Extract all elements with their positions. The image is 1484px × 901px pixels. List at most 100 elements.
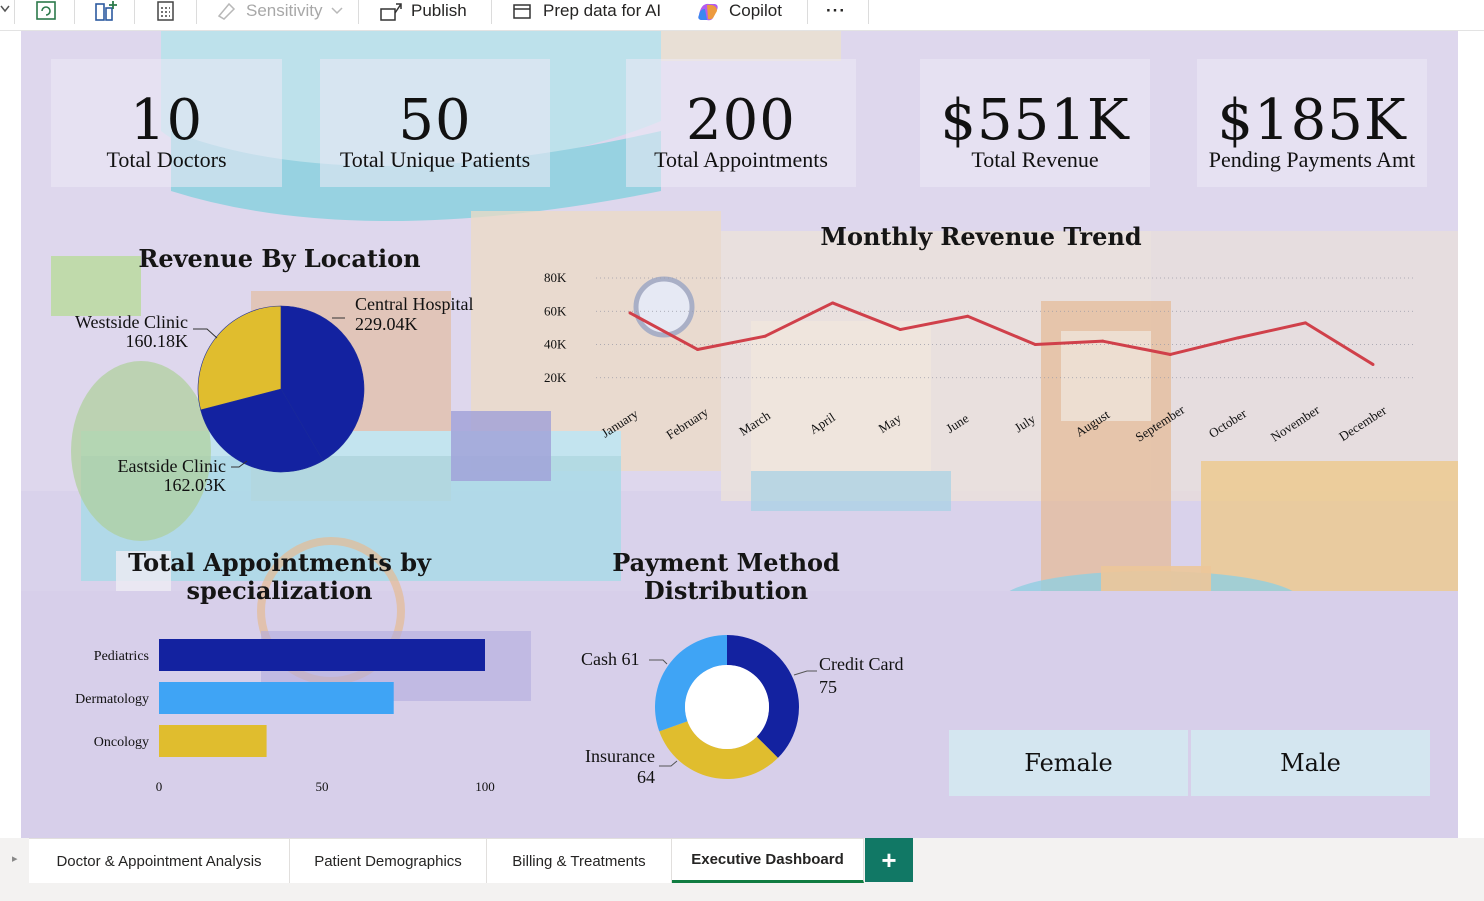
kpi-card-pending-payments: $185K Pending Payments Amt: [1197, 59, 1427, 187]
more-options-button[interactable]: ···: [826, 0, 846, 22]
copilot-button[interactable]: Copilot: [695, 0, 782, 22]
y-tick-label: 60K: [544, 303, 567, 318]
monthly-revenue-trend-title: Monthly Revenue Trend: [820, 222, 1142, 251]
x-tick-label-july: July: [1012, 411, 1039, 436]
x-tick-label: 100: [475, 779, 495, 794]
data-point-september: [1168, 352, 1172, 356]
toolbar-divider: [868, 0, 869, 24]
ribbon-toolbar: Sensitivity Publish Prep data for AI Cop…: [0, 0, 1484, 31]
toolbar-divider: [807, 0, 808, 24]
kpi-value: 50: [398, 88, 472, 153]
revenue-by-location-pie[interactable]: [181, 291, 381, 481]
chevron-down-icon[interactable]: [0, 0, 10, 22]
x-tick-label-august: August: [1073, 406, 1113, 439]
report-canvas: 10 Total Doctors 50 Total Unique Patient…: [21, 31, 1458, 838]
tab-doctor-appointment-analysis[interactable]: Doctor & Appointment Analysis: [29, 838, 290, 883]
sensitivity-icon: [217, 2, 236, 20]
publish-label: Publish: [411, 1, 467, 20]
pie-label-eastside-clinic-value: 162.03K: [163, 475, 227, 495]
copilot-icon: [698, 3, 718, 21]
x-tick-label-october: October: [1206, 405, 1250, 441]
sensitivity-button[interactable]: Sensitivity: [216, 0, 343, 22]
gender-slicer-female[interactable]: Female: [949, 730, 1188, 796]
donut-label-credit-card-name: Credit Card: [819, 654, 904, 674]
donut-label-credit-card-value: 75: [819, 677, 837, 697]
data-point-december: [1371, 362, 1375, 366]
category-label-dermatology: Dermatology: [75, 692, 149, 707]
prep-data-label: Prep data for AI: [543, 1, 662, 20]
kpi-card-total-revenue: $551K Total Revenue: [920, 59, 1150, 187]
toolbar-divider: [74, 0, 75, 24]
bar-dermatology: [159, 682, 394, 714]
toolbar-divider: [14, 0, 15, 24]
kpi-card-total-appointments: 200 Total Appointments: [626, 59, 856, 187]
data-point-february: [696, 347, 700, 351]
tab-executive-dashboard[interactable]: Executive Dashboard: [672, 838, 864, 883]
add-page-button[interactable]: +: [865, 838, 913, 882]
bar-oncology: [159, 725, 267, 757]
x-tick-label: 0: [156, 779, 163, 794]
kpi-card-total-unique-patients: 50 Total Unique Patients: [320, 59, 550, 187]
tab-billing-treatments[interactable]: Billing & Treatments: [487, 838, 672, 883]
kpi-value: $185K: [1217, 88, 1407, 153]
pie-label-central-hospital-name: Central Hospital: [355, 294, 474, 314]
y-tick-label: 20K: [544, 370, 567, 385]
x-tick-label-april: April: [807, 409, 839, 437]
y-tick-label: 40K: [544, 337, 567, 352]
prep-data-button[interactable]: Prep data for AI: [511, 0, 661, 22]
x-tick-label: 50: [316, 779, 329, 794]
page-tab-bar: ▸ Doctor & Appointment Analysis Patient …: [0, 838, 1484, 901]
data-point-may: [898, 328, 902, 332]
kpi-label: Total Unique Patients: [339, 147, 531, 172]
new-visual-icon[interactable]: [94, 0, 118, 22]
series-line-revenue: [629, 301, 1374, 366]
data-point-june: [966, 314, 970, 318]
calculator-icon[interactable]: [155, 0, 177, 22]
pie-label-central-hospital-value: 229.04K: [355, 314, 418, 334]
tab-patient-demographics[interactable]: Patient Demographics: [290, 838, 487, 883]
scroll-left-icon[interactable]: ▸: [12, 852, 18, 865]
donut-label-cash-value: 61: [621, 649, 640, 669]
x-tick-label-december: December: [1336, 402, 1390, 444]
pie-label-eastside-clinic-name: Eastside Clinic: [117, 456, 226, 476]
kpi-label: Pending Payments Amt: [1208, 147, 1416, 172]
y-tick-label: 80K: [544, 270, 567, 285]
x-tick-label-february: February: [663, 404, 711, 442]
copilot-label: Copilot: [729, 1, 782, 20]
x-tick-label-january: January: [599, 406, 641, 441]
kpi-value: 200: [686, 88, 796, 153]
category-label-oncology: Oncology: [94, 735, 149, 750]
kpi-label: Total Appointments: [654, 147, 828, 172]
toolbar-divider: [134, 0, 135, 24]
donut-hole: [685, 665, 769, 749]
data-point-august: [1101, 339, 1105, 343]
toolbar-divider: [196, 0, 197, 24]
payment-method-distribution-title: Payment Method Distribution: [612, 548, 840, 605]
donut-label-insurance-value: 64: [637, 767, 655, 787]
publish-icon: [380, 3, 402, 21]
kpi-card-total-doctors: 10 Total Doctors: [51, 59, 282, 187]
chevron-down-icon: [331, 7, 343, 15]
data-point-march: [763, 334, 767, 338]
pie-label-westside-clinic-name: Westside Clinic: [74, 312, 188, 332]
pie-label-westside-clinic-value: 160.18K: [125, 331, 189, 351]
data-point-november: [1303, 321, 1307, 325]
donut-label-cash: Cash 61: [581, 650, 640, 669]
data-point-january: [628, 311, 632, 315]
publish-button[interactable]: Publish: [379, 0, 467, 22]
x-tick-label-june: June: [943, 410, 971, 436]
database-icon: [513, 4, 531, 19]
data-point-april: [831, 301, 835, 305]
x-tick-label-september: September: [1133, 401, 1188, 444]
monthly-revenue-trend-chart[interactable]: 20K 40K 60K 80K January February March April May…: [534, 256, 1434, 471]
refresh-icon[interactable]: [34, 0, 58, 22]
category-label-pediatrics: Pediatrics: [94, 649, 149, 664]
toolbar-divider: [358, 0, 359, 24]
bar-pediatrics: [159, 639, 485, 671]
sensitivity-label: Sensitivity: [246, 1, 323, 20]
appointments-by-specialization-bar-chart[interactable]: Pediatrics Dermatology Oncology 0 50 100: [51, 629, 521, 799]
x-tick-label-november: November: [1268, 402, 1323, 445]
payment-method-donut-chart[interactable]: [641, 621, 811, 791]
gender-slicer-male[interactable]: Male: [1191, 730, 1430, 796]
x-tick-label-may: May: [876, 410, 905, 436]
